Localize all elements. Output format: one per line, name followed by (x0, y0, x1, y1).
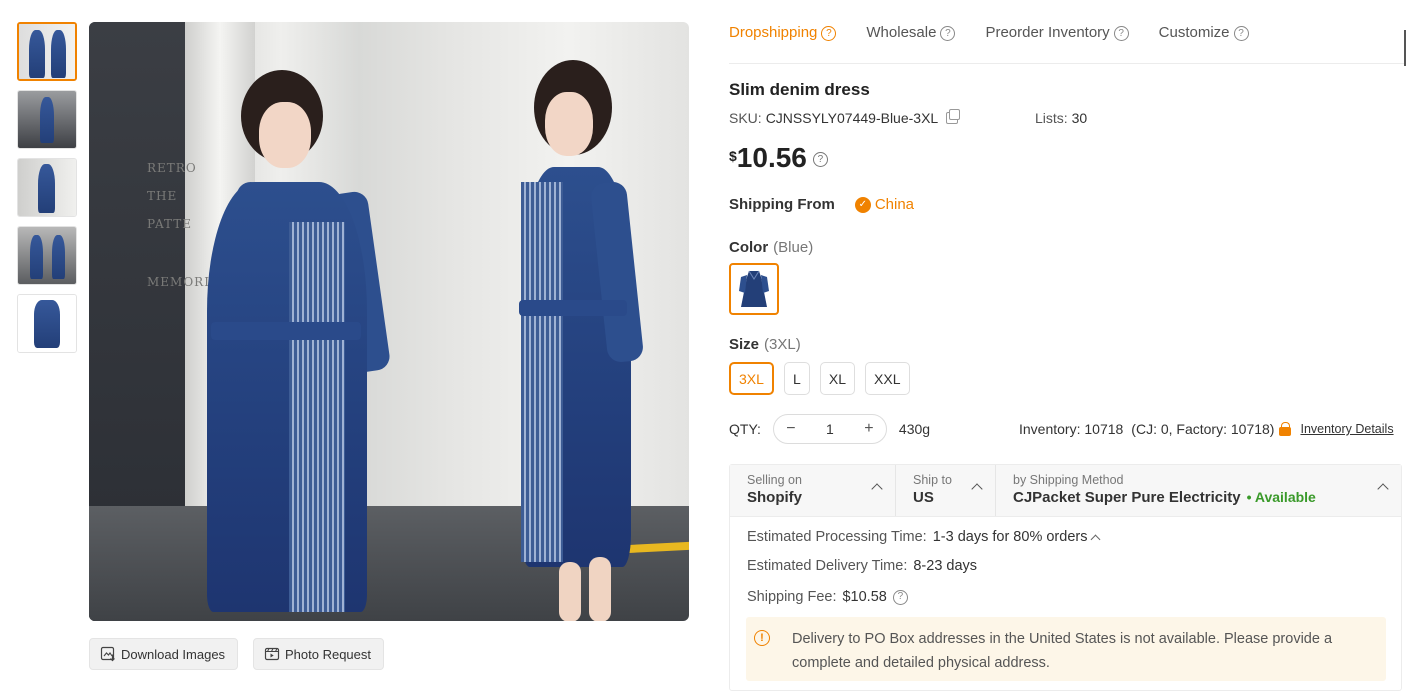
price-value: 10.56 (736, 142, 807, 173)
price: $ 10.56 ? (729, 142, 828, 174)
tab-dropshipping[interactable]: Dropshipping ? (729, 24, 837, 63)
selling-on-label: Selling on (747, 473, 802, 487)
delivery-time-value: 8-23 days (913, 558, 978, 574)
processing-time-row: Estimated Processing Time: 1-3 days for … (747, 529, 1101, 545)
ship-to-select[interactable]: Ship to US (896, 465, 996, 516)
main-product-image: RETRO THE PATTE MEMORLES (89, 22, 689, 621)
ship-to-label: Ship to (913, 473, 952, 487)
shipping-method-value: CJPacket Super Pure Electricity (1013, 489, 1241, 506)
inventory-breakdown: (CJ: 0, Factory: 10718) (1131, 421, 1275, 437)
quantity-row: QTY: − 1 + 430g Inventory: 10718 (CJ: 0,… (729, 414, 1406, 444)
size-option-l[interactable]: L (783, 362, 810, 395)
dress-thumbnail-icon (739, 270, 769, 307)
check-circle-icon: ✓ (854, 196, 871, 213)
shipping-selectors: Selling on Shopify Ship to US by Shippin… (730, 465, 1401, 517)
shipping-method-label: by Shipping Method (1013, 473, 1124, 487)
size-option-3xl[interactable]: 3XL (729, 362, 774, 395)
size-selected: (3XL) (764, 336, 801, 353)
shipping-from-row: Shipping From ✓ China (729, 196, 914, 213)
po-box-notice-text: Delivery to PO Box addresses in the Unit… (792, 631, 1333, 671)
model-front (139, 42, 419, 621)
thumbnail-2[interactable] (17, 90, 77, 149)
shipping-from-label: Shipping From (729, 196, 835, 213)
color-label: Color (729, 239, 769, 256)
thumbnail-list (17, 22, 77, 362)
thumbnail-5[interactable] (17, 294, 77, 353)
video-frame-icon (264, 647, 280, 661)
selling-on-select[interactable]: Selling on Shopify (730, 465, 896, 516)
price-currency: $ (729, 148, 737, 164)
delivery-time-row: Estimated Delivery Time: 8-23 days (747, 558, 977, 574)
tab-wholesale-label: Wholesale (866, 24, 937, 41)
thumbnail-3[interactable] (17, 158, 77, 217)
tab-wholesale[interactable]: Wholesale ? (866, 24, 956, 63)
thumbnail-4[interactable] (17, 226, 77, 285)
sku-label: SKU: (729, 110, 762, 126)
ship-to-value: US (913, 489, 934, 506)
size-options: 3XL L XL XXL (729, 362, 910, 395)
delivery-time-label: Estimated Delivery Time: (747, 558, 908, 574)
lock-icon (1278, 422, 1292, 436)
availability-status: • Available (1246, 489, 1316, 505)
inventory-info: Inventory: 10718 (CJ: 0, Factory: 10718)… (1019, 421, 1394, 437)
tab-customize[interactable]: Customize ? (1159, 24, 1249, 63)
tab-preorder-inventory[interactable]: Preorder Inventory ? (985, 24, 1129, 63)
lists-count: Lists: 30 (1035, 110, 1087, 126)
increase-button[interactable]: + (862, 420, 876, 438)
help-icon[interactable]: ? (821, 26, 837, 41)
size-label: Size (729, 336, 760, 353)
download-images-label: Download Images (121, 646, 226, 662)
inventory-count: Inventory: 10718 (1019, 421, 1124, 437)
shipping-method-select[interactable]: by Shipping Method CJPacket Super Pure E… (996, 465, 1401, 516)
photo-request-button[interactable]: Photo Request (253, 638, 385, 670)
chevron-up-icon[interactable] (1091, 534, 1101, 544)
processing-time-value: 1-3 days for 80% orders (932, 529, 1088, 545)
tab-customize-label: Customize (1158, 24, 1230, 41)
photo-request-label: Photo Request (285, 646, 372, 662)
help-icon[interactable]: ? (892, 589, 908, 605)
inventory-details-link[interactable]: Inventory Details (1300, 422, 1393, 436)
price-help-icon[interactable]: ? (812, 152, 828, 167)
quantity-input[interactable]: 1 (826, 421, 834, 437)
tab-dropshipping-label: Dropshipping (729, 24, 818, 41)
quantity-label: QTY: (729, 421, 761, 437)
lists-value: 30 (1071, 110, 1088, 126)
copy-icon[interactable] (946, 109, 961, 124)
size-option-xxl[interactable]: XXL (865, 362, 910, 395)
shipping-from-value[interactable]: China (875, 196, 914, 213)
size-label-row: Size (3XL) (729, 336, 801, 353)
download-images-button[interactable]: Download Images (89, 638, 239, 670)
color-label-row: Color (Blue) (729, 239, 813, 256)
lists-label: Lists: (1035, 110, 1068, 126)
product-title: Slim denim dress (729, 80, 870, 99)
help-icon[interactable]: ? (1113, 26, 1129, 41)
sku-value: CJNSSYLY07449-Blue-3XL (765, 110, 939, 126)
thumbnail-1[interactable] (17, 22, 77, 81)
help-icon[interactable]: ? (1233, 26, 1249, 41)
po-box-notice: ! Delivery to PO Box addresses in the Un… (746, 617, 1386, 681)
selling-on-value: Shopify (747, 489, 802, 506)
processing-time-label: Estimated Processing Time: (747, 529, 927, 545)
color-selected: (Blue) (773, 239, 814, 256)
warning-icon: ! (754, 630, 770, 646)
color-swatch-blue[interactable] (729, 263, 779, 315)
model-side (449, 42, 669, 621)
size-option-xl[interactable]: XL (819, 362, 856, 395)
quantity-stepper: − 1 + (772, 414, 887, 444)
tab-preorder-label: Preorder Inventory (985, 24, 1110, 41)
shipping-fee-label: Shipping Fee: (747, 589, 837, 605)
shipping-fee-value: $10.58 (842, 589, 887, 605)
shipping-calculator: Selling on Shopify Ship to US by Shippin… (729, 464, 1402, 691)
decrease-button[interactable]: − (784, 420, 798, 438)
sku-row: SKU: CJNSSYLY07449-Blue-3XL (729, 109, 961, 126)
download-image-icon (100, 646, 115, 662)
shipping-fee-row: Shipping Fee: $10.58 ? (747, 589, 908, 605)
purchase-mode-tabs: Dropshipping ? Wholesale ? Preorder Inve… (729, 24, 1406, 64)
shipping-method-row: CJPacket Super Pure Electricity • Availab… (1013, 489, 1401, 506)
help-icon[interactable]: ? (940, 26, 956, 41)
product-weight: 430g (898, 421, 931, 437)
